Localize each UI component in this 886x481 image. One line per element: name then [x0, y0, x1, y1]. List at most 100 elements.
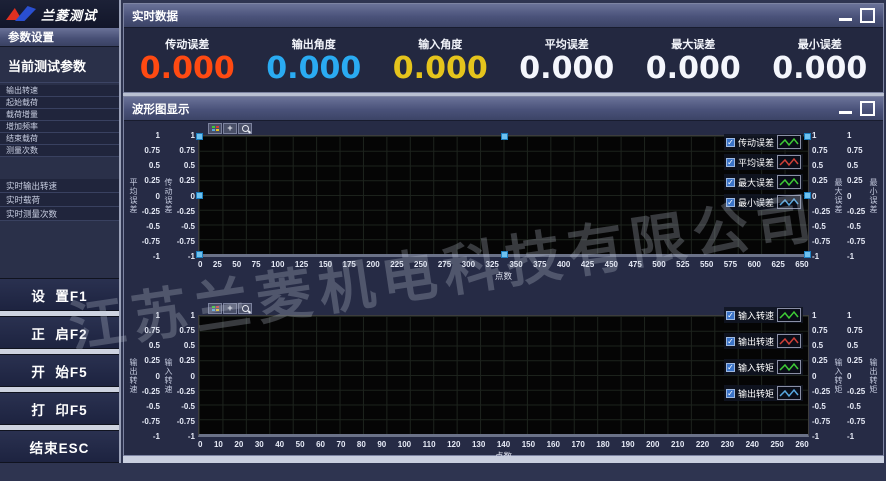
selection-handle[interactable]	[196, 133, 203, 140]
legend-item[interactable]: ✓平均误差	[724, 154, 803, 170]
zoom-tool-icon[interactable]	[238, 303, 252, 314]
magnifier-glyph	[242, 125, 249, 132]
legend-label: 平均误差	[738, 156, 774, 169]
minimize-icon[interactable]	[839, 18, 852, 21]
y-tick-label: 0.75	[139, 326, 160, 335]
y-tick-label: 0	[139, 192, 160, 201]
legend-item[interactable]: ✓输入转矩	[724, 359, 803, 375]
legend-checkbox[interactable]: ✓	[726, 198, 735, 207]
plot-area[interactable]	[198, 315, 809, 437]
waveform-panel-header: 波形图显示	[124, 97, 883, 121]
x-tick-label: 600	[748, 260, 761, 269]
legend-checkbox[interactable]: ✓	[726, 311, 735, 320]
crosshair-tool-icon[interactable]: +	[223, 303, 237, 314]
x-tick-label: 400	[557, 260, 570, 269]
y-axis-title: 输入转矩	[833, 315, 844, 437]
y-tick-label: -0.25	[847, 207, 868, 216]
legend-item[interactable]: ✓最大误差	[724, 174, 803, 190]
sidebar-item-realtime[interactable]: 实时测量次数	[0, 207, 119, 221]
x-tick-label: 75	[252, 260, 261, 269]
sidebar-item-realtime[interactable]: 实时输出转速	[0, 179, 119, 193]
y-tick-label: -1	[139, 432, 160, 441]
legend-checkbox[interactable]: ✓	[726, 363, 735, 372]
legend-label: 输出转速	[738, 335, 774, 348]
x-tick-label: 0	[198, 260, 202, 269]
y-tick-label: -1	[812, 432, 833, 441]
y-axis-title: 输出转矩	[868, 315, 879, 437]
graph-toolbar: +	[208, 303, 252, 314]
legend-item[interactable]: ✓传动误差	[724, 134, 803, 150]
selection-handle[interactable]	[196, 192, 203, 199]
metric-label: 最大误差	[671, 36, 715, 52]
function-button[interactable]: 结束ESC	[0, 430, 119, 463]
x-tick-label: 0	[198, 440, 202, 449]
selection-handle[interactable]	[501, 251, 508, 258]
legend-checkbox[interactable]: ✓	[726, 389, 735, 398]
legend-label: 输出转矩	[738, 387, 774, 400]
app-logo-bar: 兰菱测试	[0, 0, 119, 28]
legend-item[interactable]: ✓最小误差	[724, 194, 803, 210]
plot-area[interactable]	[198, 135, 809, 257]
x-axis-label: 点数	[198, 270, 809, 282]
crosshair-tool-icon[interactable]: +	[223, 123, 237, 134]
legend-checkbox[interactable]: ✓	[726, 138, 735, 147]
selection-handle[interactable]	[804, 192, 811, 199]
legend-item[interactable]: ✓输入转速	[724, 307, 803, 323]
sidebar-item-param[interactable]: 输出转速	[0, 85, 119, 97]
legend-checkbox[interactable]: ✓	[726, 178, 735, 187]
x-tick-label: 625	[771, 260, 784, 269]
x-tick-label: 275	[438, 260, 451, 269]
y-axis-ticks: 10.750.50.250-0.25-0.5-0.75-1	[809, 131, 833, 261]
x-tick-label: 40	[275, 440, 284, 449]
x-tick-label: 325	[486, 260, 499, 269]
selection-handle[interactable]	[804, 251, 811, 258]
graph-palette-icon[interactable]	[208, 123, 222, 134]
x-tick-label: 220	[696, 440, 709, 449]
sidebar-item-param[interactable]: 增加频率	[0, 121, 119, 133]
x-tick-label: 230	[721, 440, 734, 449]
y-tick-label: 0.5	[174, 161, 195, 170]
graph-toolbar: +	[208, 123, 252, 134]
plot-legend: ✓传动误差✓平均误差✓最大误差✓最小误差	[724, 134, 803, 210]
x-tick-label: 140	[497, 440, 510, 449]
legend-checkbox[interactable]: ✓	[726, 337, 735, 346]
y-tick-label: 0.5	[174, 341, 195, 350]
metric-value: 0.000	[266, 54, 361, 84]
metric: 输出角度0.000	[251, 28, 378, 92]
x-tick-label: 500	[652, 260, 665, 269]
zoom-tool-icon[interactable]	[238, 123, 252, 134]
sidebar-section-settings[interactable]: 参数设置	[0, 28, 119, 47]
y-tick-label: 1	[174, 131, 195, 140]
metric-value: 0.000	[772, 54, 867, 84]
sidebar-item-param[interactable]: 测量次数	[0, 145, 119, 157]
selection-handle[interactable]	[196, 251, 203, 258]
function-button[interactable]: 正 启F2	[0, 316, 119, 349]
legend-item[interactable]: ✓输出转速	[724, 333, 803, 349]
waveform-body: +平均误差10.750.50.250-0.25-0.5-0.75-1传动误差10…	[124, 121, 883, 455]
y-axis-title: 平均误差	[128, 135, 139, 257]
waveform-panel-title: 波形图显示	[132, 101, 190, 117]
maximize-icon[interactable]	[860, 101, 875, 116]
function-button[interactable]: 打 印F5	[0, 392, 119, 425]
maximize-icon[interactable]	[860, 8, 875, 23]
selection-handle[interactable]	[501, 133, 508, 140]
legend-line-icon	[777, 360, 801, 374]
y-tick-label: 0.5	[812, 341, 833, 350]
sidebar-item-param[interactable]: 载荷增量	[0, 109, 119, 121]
x-tick-label: 50	[232, 260, 241, 269]
x-tick-label: 100	[271, 260, 284, 269]
function-button[interactable]: 开 始F5	[0, 354, 119, 387]
function-button[interactable]: 设 置F1	[0, 278, 119, 311]
sidebar-item-param[interactable]: 结束载荷	[0, 133, 119, 145]
legend-checkbox[interactable]: ✓	[726, 158, 735, 167]
legend-item[interactable]: ✓输出转矩	[724, 385, 803, 401]
graph-palette-icon[interactable]	[208, 303, 222, 314]
y-tick-label: 0.5	[139, 161, 160, 170]
minimize-icon[interactable]	[839, 111, 852, 114]
sidebar-item-param[interactable]: 起始载荷	[0, 97, 119, 109]
y-tick-label: -0.75	[139, 237, 160, 246]
sidebar-item-realtime[interactable]: 实时载荷	[0, 193, 119, 207]
selection-handle[interactable]	[804, 133, 811, 140]
x-tick-label: 350	[509, 260, 522, 269]
y-axis-title: 最小误差	[868, 135, 879, 257]
